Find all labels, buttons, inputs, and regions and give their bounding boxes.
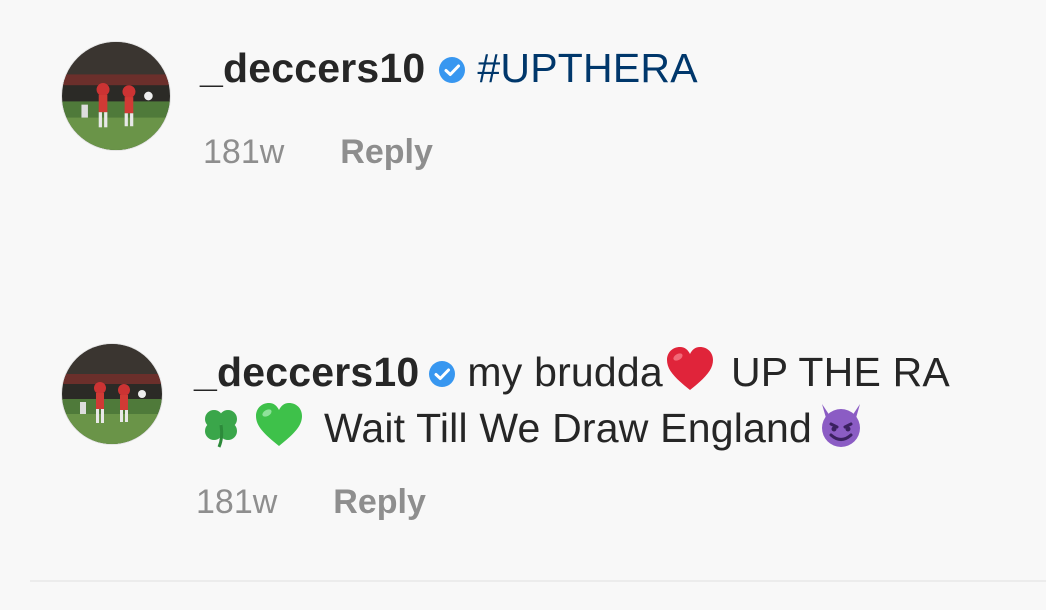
- comment-line: Wait Till We Draw England: [200, 400, 866, 452]
- comment-line: _deccers10 my brudda UP THE RA: [194, 346, 950, 396]
- avatar-photo-icon: [62, 344, 162, 444]
- comment-timestamp: 181w: [196, 483, 278, 521]
- comment-meta: 181w Reply: [196, 482, 426, 522]
- comment-item: _deccers10 #UPTHERA 181w Reply: [0, 0, 1046, 200]
- reply-button[interactable]: Reply: [333, 483, 426, 521]
- red-heart-icon: [665, 346, 715, 392]
- username-link[interactable]: _deccers10: [194, 349, 419, 395]
- reply-button[interactable]: Reply: [340, 133, 433, 171]
- avatar[interactable]: [62, 42, 170, 150]
- username-link[interactable]: _deccers10: [200, 45, 425, 91]
- comment-timestamp: 181w: [203, 133, 285, 171]
- comment-item: _deccers10 my brudda UP THE RA Wait Till W…: [0, 300, 1046, 560]
- comment-line: _deccers10 #UPTHERA: [200, 44, 698, 92]
- avatar-photo-icon: [62, 42, 170, 150]
- divider: [30, 580, 1046, 582]
- hashtag-link[interactable]: #UPTHERA: [477, 45, 697, 91]
- comment-text: Wait Till We Draw England: [324, 405, 813, 451]
- avatar[interactable]: [62, 344, 162, 444]
- shamrock-icon: [200, 404, 242, 448]
- comment-meta: 181w Reply: [203, 132, 433, 172]
- comment-text: UP THE RA: [730, 349, 950, 395]
- smiling-devil-icon: [816, 400, 866, 448]
- verified-badge-icon: [437, 55, 467, 85]
- verified-badge-icon: [427, 359, 457, 389]
- comment-text: my brudda: [467, 349, 663, 395]
- green-heart-icon: [254, 402, 304, 448]
